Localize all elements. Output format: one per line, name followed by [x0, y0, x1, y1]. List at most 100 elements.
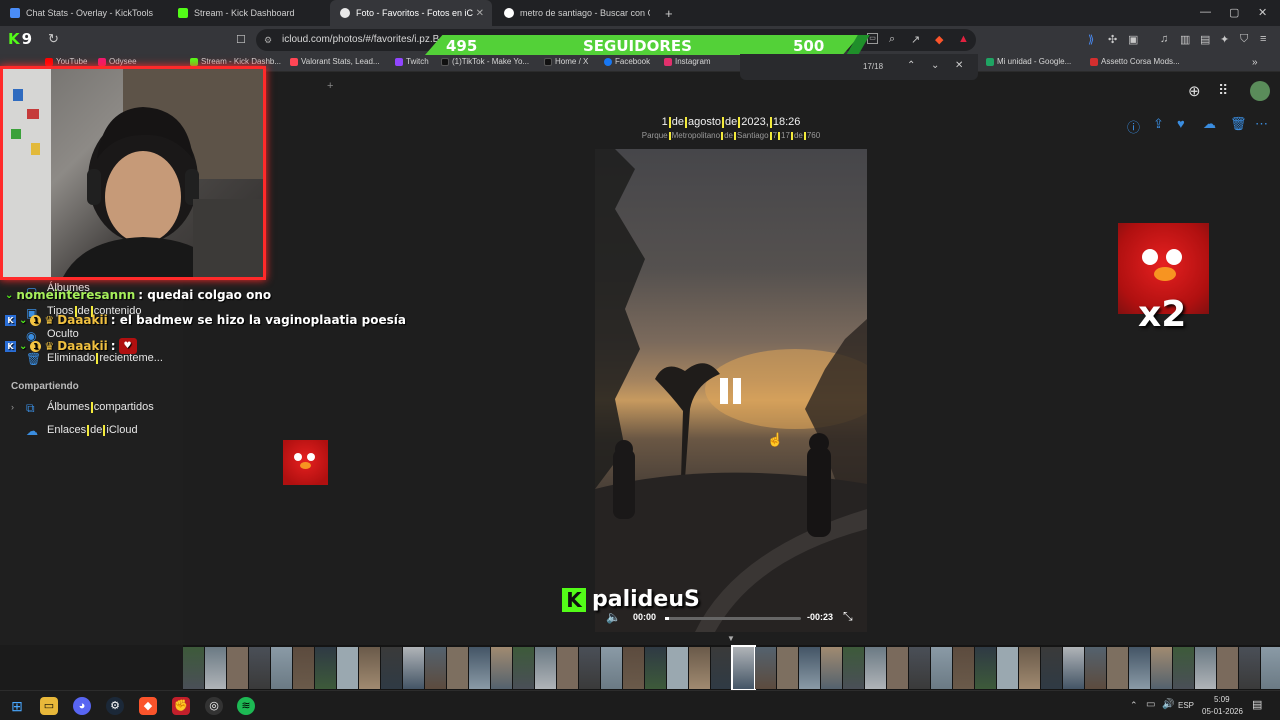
riot-icon[interactable]: ✊ — [172, 697, 190, 715]
network-icon[interactable]: ▭ — [1146, 699, 1155, 710]
filmstrip-thumbnail[interactable] — [909, 647, 930, 689]
filmstrip-thumbnail[interactable] — [645, 647, 666, 689]
filmstrip-thumbnail[interactable] — [249, 647, 270, 689]
tray-chevron-icon[interactable]: ⌃ — [1130, 700, 1138, 711]
filmstrip-thumbnail[interactable] — [1261, 647, 1280, 689]
filmstrip-thumbnail[interactable] — [821, 647, 842, 689]
tab-google-search[interactable]: metro de santiago - Buscar con Goog — [494, 0, 656, 26]
maximize-button[interactable]: ▢ — [1229, 6, 1239, 19]
filmstrip-thumbnail[interactable] — [359, 647, 380, 689]
find-close-icon[interactable]: ✕ — [955, 60, 963, 71]
filmstrip-thumbnail[interactable] — [447, 647, 468, 689]
spotify-icon[interactable]: ≋ — [237, 697, 255, 715]
filmstrip-thumbnail[interactable] — [579, 647, 600, 689]
discord-icon[interactable]: ◕ — [73, 697, 91, 715]
filmstrip-thumbnail[interactable] — [205, 647, 226, 689]
filmstrip-thumbnail[interactable] — [1063, 647, 1084, 689]
find-previous-icon[interactable]: ⌃ — [907, 60, 915, 71]
filmstrip-thumbnail[interactable] — [799, 647, 820, 689]
bookmark-facebook[interactable]: Facebook — [604, 57, 650, 66]
filmstrip-thumbnail[interactable] — [513, 647, 534, 689]
bookmark-tiktok[interactable]: (1)TikTok - Make Yo... — [441, 57, 529, 66]
sidebar-toggle-icon[interactable]: ▥ — [1180, 33, 1190, 46]
site-info-icon[interactable]: ⚙ — [264, 29, 272, 51]
bookmark-x[interactable]: Home / X — [544, 57, 588, 66]
filmstrip-thumbnail[interactable] — [1085, 647, 1106, 689]
sidebar-item-shared-albums[interactable]: Álbumes compartidos — [47, 401, 154, 413]
filmstrip-thumbnail[interactable] — [315, 647, 336, 689]
obs-icon[interactable]: ◎ — [205, 697, 223, 715]
filmstrip-thumbnail[interactable] — [425, 647, 446, 689]
minimize-button[interactable]: — — [1200, 6, 1211, 18]
bookmark-twitch[interactable]: Twitch — [395, 57, 429, 66]
favorite-heart-icon[interactable]: ♥ — [1177, 116, 1185, 131]
more-options-icon[interactable]: ⋯ — [1255, 116, 1268, 132]
share-photo-icon[interactable]: ⇪ — [1153, 116, 1164, 132]
filmstrip-thumbnail[interactable] — [1239, 647, 1260, 689]
leo-ai-icon[interactable]: ✦ — [1220, 33, 1229, 46]
add-album-icon[interactable]: + — [327, 80, 333, 92]
app-grid-icon[interactable]: ⠿ — [1218, 82, 1228, 99]
find-next-icon[interactable]: ⌄ — [931, 60, 939, 71]
fullscreen-icon[interactable]: ⤡ — [843, 609, 853, 624]
download-cloud-icon[interactable]: ☁ — [1203, 116, 1216, 132]
bookmark-assetto-corsa[interactable]: Assetto Corsa Mods... — [1090, 57, 1180, 66]
filmstrip-thumbnail[interactable] — [227, 647, 248, 689]
volume-icon[interactable]: 🔈 — [606, 610, 621, 624]
volume-tray-icon[interactable]: 🔊 — [1162, 699, 1174, 710]
bookmark-icon[interactable]: ☐ — [236, 33, 246, 46]
new-tab-button[interactable]: + — [665, 6, 673, 21]
menu-icon[interactable]: ≡ — [1260, 33, 1266, 45]
info-icon[interactable]: ⓘ — [1127, 117, 1140, 136]
extensions-icon[interactable]: ✣ — [1108, 33, 1117, 46]
filmstrip-thumbnail[interactable] — [381, 647, 402, 689]
filmstrip-thumbnail[interactable] — [601, 647, 622, 689]
filmstrip-thumbnail[interactable] — [403, 647, 424, 689]
tab-icloud-photos[interactable]: Foto - Favoritos - Fotos en iC ✕ — [330, 0, 492, 26]
clock-time[interactable]: 5:09 — [1214, 695, 1230, 704]
filmstrip-thumbnail[interactable] — [293, 647, 314, 689]
filmstrip-thumbnail[interactable] — [843, 647, 864, 689]
filmstrip-thumbnail[interactable] — [931, 647, 952, 689]
notifications-icon[interactable]: ▤ — [1252, 698, 1262, 711]
music-icon[interactable]: ♫ — [1160, 33, 1168, 45]
video-player[interactable]: ☝ 🔈 00:00 -00:23 ⤡ — [595, 149, 867, 632]
wallet2-icon[interactable]: ▤ — [1200, 33, 1210, 46]
reload-icon[interactable]: ↻ — [48, 31, 59, 47]
brave-rewards-icon[interactable]: ▲ — [958, 33, 969, 45]
bookmark-odysee[interactable]: Odysee — [98, 57, 137, 66]
filmstrip-thumbnail[interactable] — [755, 647, 776, 689]
filmstrip-thumbnail[interactable] — [731, 645, 756, 691]
filmstrip-thumbnail[interactable] — [271, 647, 292, 689]
brave-icon[interactable]: ◆ — [139, 697, 157, 715]
filmstrip-thumbnail[interactable] — [1129, 647, 1150, 689]
filmstrip-toggle-icon[interactable]: ▼ — [727, 634, 735, 643]
filmstrip-thumbnail[interactable] — [1019, 647, 1040, 689]
bookmark-instagram[interactable]: Instagram — [664, 57, 711, 66]
filmstrip-thumbnail[interactable] — [953, 647, 974, 689]
zoom-icon[interactable]: ⌕ — [889, 33, 895, 46]
filmstrip-thumbnail[interactable] — [623, 647, 644, 689]
filmstrip-thumbnail[interactable] — [975, 647, 996, 689]
video-scrubber[interactable] — [665, 617, 801, 620]
close-window-button[interactable]: ✕ — [1258, 6, 1267, 19]
bookmark-kick-dashboard[interactable]: Stream - Kick Dashb... — [190, 57, 281, 66]
brave-shield-icon[interactable]: ◆ — [935, 33, 943, 46]
filmstrip-thumbnail[interactable] — [183, 647, 204, 689]
filmstrip-thumbnail[interactable] — [887, 647, 908, 689]
filmstrip-thumbnail[interactable] — [997, 647, 1018, 689]
avatar[interactable] — [1250, 81, 1270, 101]
clock-date[interactable]: 05-01-2026 — [1202, 707, 1243, 716]
file-explorer-icon[interactable]: ▭ — [40, 697, 58, 715]
filmstrip-thumbnail[interactable] — [1041, 647, 1062, 689]
bookmark-google-drive[interactable]: Mi unidad - Google... — [986, 57, 1071, 66]
filmstrip-thumbnail[interactable] — [865, 647, 886, 689]
input-language[interactable]: ESP — [1178, 701, 1194, 710]
filmstrip-thumbnail[interactable] — [689, 647, 710, 689]
bookmark-valorant[interactable]: Valorant Stats, Lead... — [290, 57, 380, 66]
add-icon[interactable]: ⊕ — [1188, 82, 1201, 100]
tab-kick-dashboard[interactable]: Stream - Kick Dashboard — [168, 0, 330, 26]
wallet-icon[interactable]: ⟫ — [1088, 33, 1094, 46]
tab-chat-stats[interactable]: Chat Stats - Overlay - KickTools — [0, 0, 168, 26]
filmstrip-thumbnail[interactable] — [1195, 647, 1216, 689]
